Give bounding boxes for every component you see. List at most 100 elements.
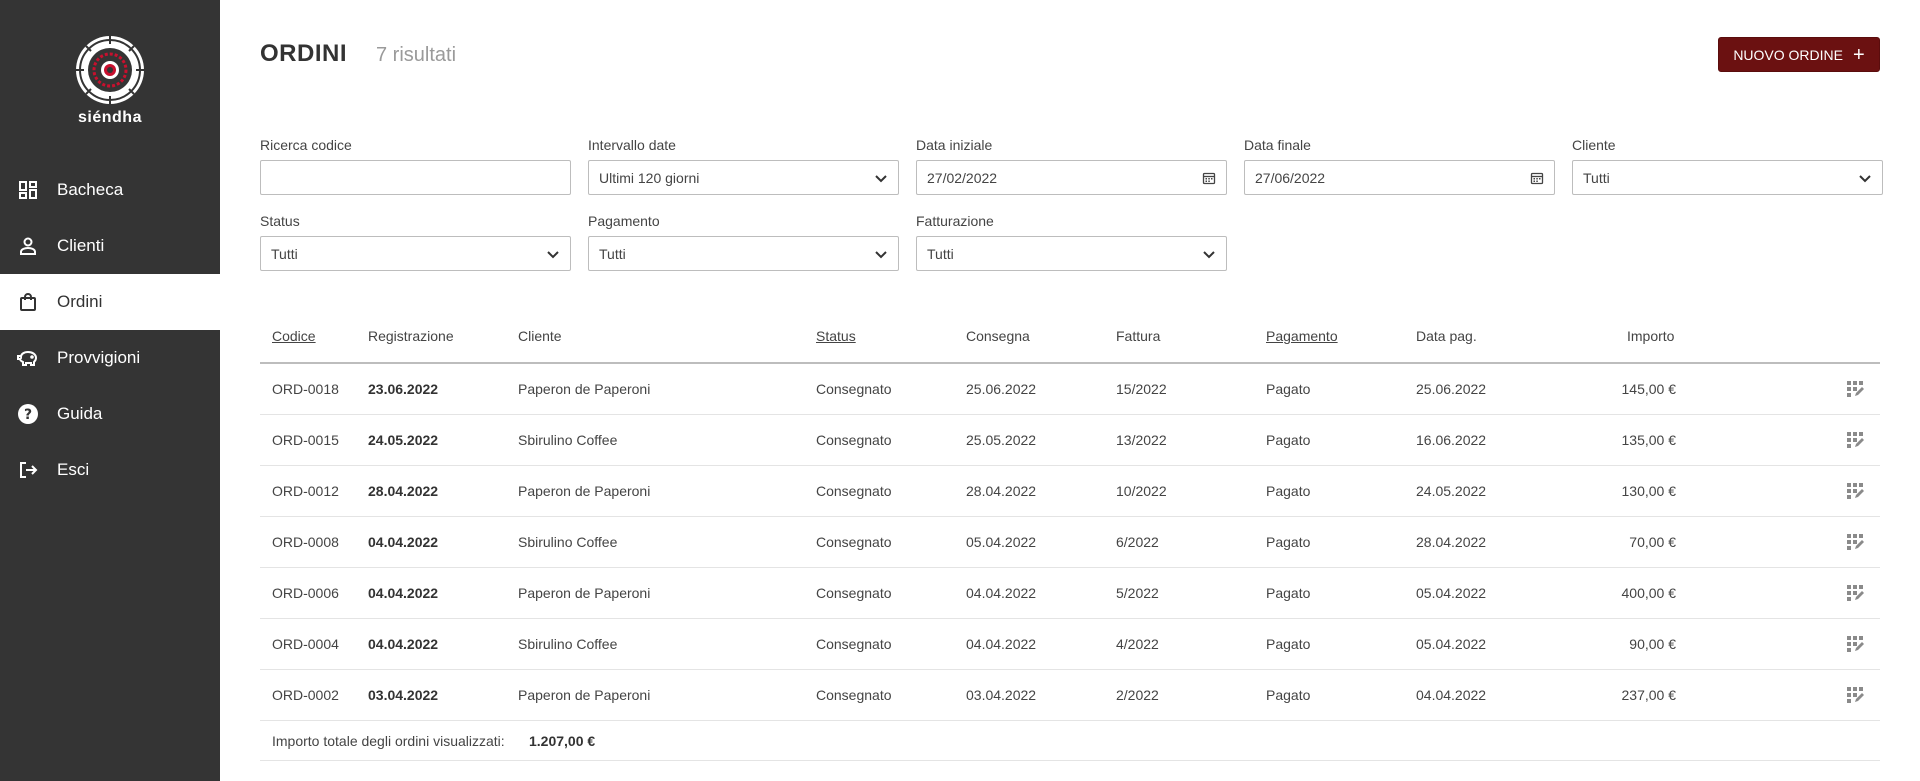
chevron-down-icon — [1859, 174, 1871, 182]
edit-grid-icon[interactable] — [1846, 685, 1866, 705]
cell-registration: 03.04.2022 — [368, 687, 439, 703]
edit-grid-icon[interactable] — [1846, 481, 1866, 501]
column-header-registration: Registrazione — [368, 328, 454, 344]
sidebar-item-ordini[interactable]: Ordini — [0, 274, 220, 330]
result-count: 7 risultati — [376, 44, 457, 66]
table-footer: Importo totale degli ordini visualizzati… — [260, 721, 1880, 761]
cell-payment: Pagato — [1266, 381, 1311, 397]
payment-select[interactable]: Tutti — [588, 236, 899, 271]
calendar-icon[interactable] — [1530, 171, 1544, 185]
payment-value: Tutti — [599, 245, 626, 262]
brand-logo[interactable]: siéndha — [74, 34, 146, 127]
filter-label: Pagamento — [588, 213, 660, 229]
table-row[interactable]: ORD-0006 04.04.2022 Paperon de Paperoni Con… — [260, 568, 1880, 619]
column-header-code[interactable]: Codice — [272, 328, 316, 344]
edit-grid-icon[interactable] — [1846, 379, 1866, 399]
cell-invoice: 10/2022 — [1116, 483, 1167, 499]
cell-client: Sbirulino Coffee — [518, 432, 618, 448]
column-header-status[interactable]: Status — [816, 328, 856, 344]
cell-status: Consegnato — [816, 534, 892, 550]
cell-code: ORD-0015 — [272, 432, 339, 448]
cell-delivery: 03.04.2022 — [966, 687, 1037, 703]
table-row[interactable]: ORD-0012 28.04.2022 Paperon de Paperoni Con… — [260, 466, 1880, 517]
cell-registration: 04.04.2022 — [368, 636, 439, 652]
table-row[interactable]: ORD-0008 04.04.2022 Sbirulino Coffee Conseg… — [260, 517, 1880, 568]
sidebar-item-guida[interactable]: ? Guida — [0, 386, 220, 442]
cell-client: Paperon de Paperoni — [518, 381, 651, 397]
cell-payment: Pagato — [1266, 432, 1311, 448]
cell-amount: 400,00 € — [1621, 585, 1677, 601]
chevron-down-icon — [875, 174, 887, 182]
cell-amount: 145,00 € — [1621, 381, 1677, 397]
filter-start-date: Data iniziale 27/02/2022 — [916, 137, 1227, 195]
date-range-select[interactable]: Ultimi 120 giorni — [588, 160, 899, 195]
cell-payment-date: 25.06.2022 — [1416, 381, 1487, 397]
edit-grid-icon[interactable] — [1846, 583, 1866, 603]
cell-amount: 70,00 € — [1629, 534, 1676, 550]
cell-payment-date: 28.04.2022 — [1416, 534, 1487, 550]
table-row[interactable]: ORD-0004 04.04.2022 Sbirulino Coffee Conseg… — [260, 619, 1880, 670]
svg-text:?: ? — [24, 407, 32, 423]
sidebar-item-label: Clienti — [57, 236, 105, 255]
cell-code: ORD-0006 — [272, 585, 339, 601]
cell-registration: 24.05.2022 — [368, 432, 439, 448]
sidebar: siéndha Bacheca Clienti Ordini Provvigio… — [0, 0, 220, 781]
invoicing-select[interactable]: Tutti — [916, 236, 1227, 271]
column-header-amount: Importo — [1627, 328, 1675, 344]
cell-amount: 237,00 € — [1621, 687, 1677, 703]
filter-label: Cliente — [1572, 137, 1616, 153]
sidebar-item-esci[interactable]: Esci — [0, 442, 220, 498]
cell-code: ORD-0004 — [272, 636, 339, 652]
new-order-label: NUOVO ORDINE — [1733, 46, 1843, 63]
filter-code-search: Ricerca codice — [260, 137, 571, 195]
cell-payment-date: 16.06.2022 — [1416, 432, 1487, 448]
total-label: Importo totale degli ordini visualizzati… — [272, 733, 505, 749]
filter-end-date: Data finale 27/06/2022 — [1244, 137, 1555, 195]
edit-grid-icon[interactable] — [1846, 430, 1866, 450]
table-row[interactable]: ORD-0002 03.04.2022 Paperon de Paperoni Con… — [260, 670, 1880, 721]
sidebar-item-bacheca[interactable]: Bacheca — [0, 162, 220, 218]
cell-invoice: 13/2022 — [1116, 432, 1167, 448]
edit-grid-icon[interactable] — [1846, 532, 1866, 552]
end-date-input[interactable]: 27/06/2022 — [1244, 160, 1555, 195]
sidebar-item-label: Bacheca — [57, 180, 124, 199]
new-order-button[interactable]: NUOVO ORDINE + — [1718, 37, 1880, 72]
column-header-payment[interactable]: Pagamento — [1266, 328, 1338, 344]
cell-client: Paperon de Paperoni — [518, 483, 651, 499]
edit-grid-icon[interactable] — [1846, 634, 1866, 654]
calendar-icon[interactable] — [1202, 171, 1216, 185]
dashboard-icon — [17, 179, 39, 201]
invoicing-value: Tutti — [927, 245, 954, 262]
filter-label: Intervallo date — [588, 137, 676, 153]
cell-amount: 90,00 € — [1629, 636, 1676, 652]
cell-registration: 04.04.2022 — [368, 585, 439, 601]
table-row[interactable]: ORD-0015 24.05.2022 Sbirulino Coffee Conseg… — [260, 415, 1880, 466]
sidebar-item-clienti[interactable]: Clienti — [0, 218, 220, 274]
filter-status: Status Tutti — [260, 213, 571, 271]
total-amount: 1.207,00 € — [529, 733, 596, 749]
cell-payment: Pagato — [1266, 687, 1311, 703]
brand-name: siéndha — [78, 109, 142, 126]
cell-registration: 04.04.2022 — [368, 534, 439, 550]
client-select[interactable]: Tutti — [1572, 160, 1883, 195]
filter-date-range: Intervallo date Ultimi 120 giorni — [588, 137, 899, 195]
cell-invoice: 4/2022 — [1116, 636, 1159, 652]
cell-code: ORD-0018 — [272, 381, 339, 397]
code-search-input[interactable] — [260, 160, 571, 195]
logout-icon — [17, 459, 39, 481]
cell-payment: Pagato — [1266, 636, 1311, 652]
column-header-delivery: Consegna — [966, 328, 1030, 344]
cell-invoice: 2/2022 — [1116, 687, 1159, 703]
cell-delivery: 05.04.2022 — [966, 534, 1037, 550]
filter-label: Data iniziale — [916, 137, 993, 153]
cell-delivery: 25.05.2022 — [966, 432, 1037, 448]
status-select[interactable]: Tutti — [260, 236, 571, 271]
cell-status: Consegnato — [816, 483, 892, 499]
filter-label: Data finale — [1244, 137, 1311, 153]
cell-status: Consegnato — [816, 585, 892, 601]
cell-status: Consegnato — [816, 636, 892, 652]
filter-client: Cliente Tutti — [1572, 137, 1883, 195]
sidebar-item-provvigioni[interactable]: Provvigioni — [0, 330, 220, 386]
table-row[interactable]: ORD-0018 23.06.2022 Paperon de Paperoni Con… — [260, 364, 1880, 415]
start-date-input[interactable]: 27/02/2022 — [916, 160, 1227, 195]
